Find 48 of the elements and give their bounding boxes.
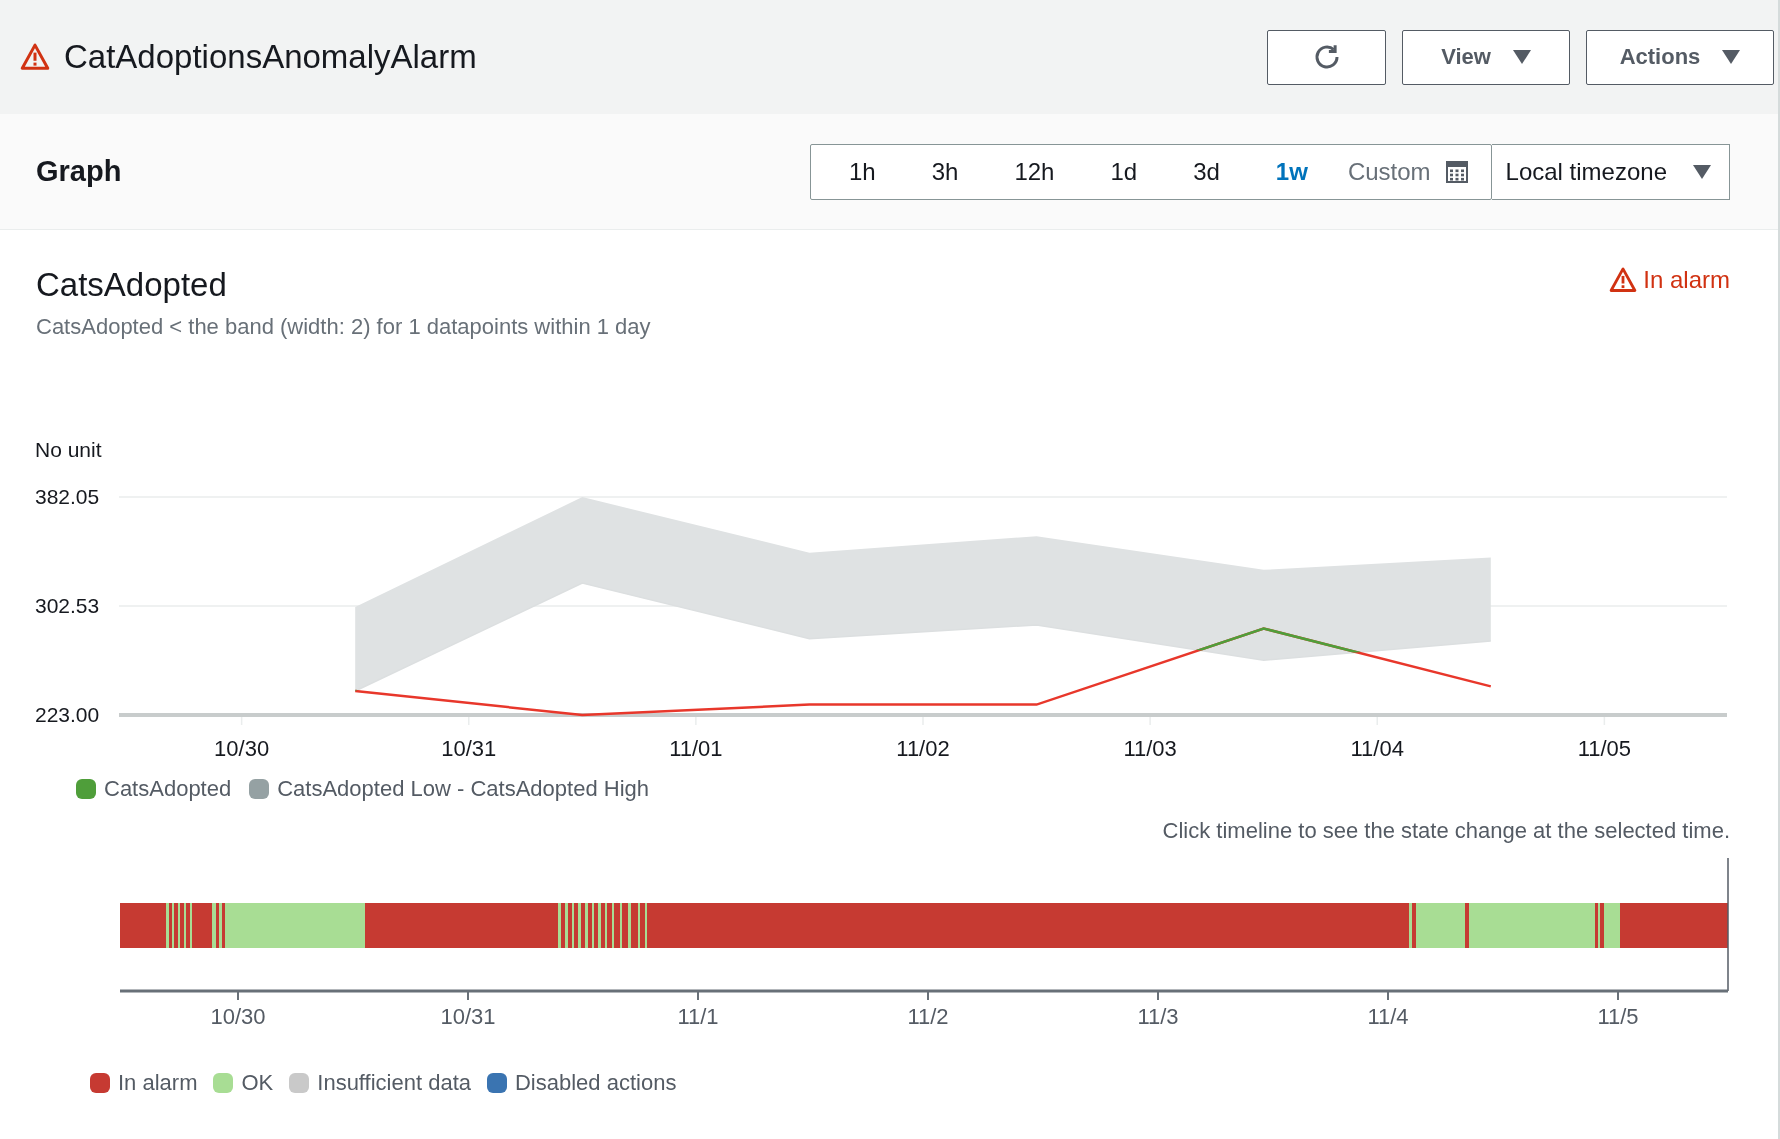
state-timeline-bar[interactable] xyxy=(120,903,1728,948)
time-range-tab[interactable]: 1h xyxy=(821,144,904,199)
dropdown-button[interactable]: Actions xyxy=(1586,29,1774,85)
time-range-tab[interactable]: 3h xyxy=(903,144,987,199)
x-axis-label: 11/03 xyxy=(1123,736,1177,761)
timeline-axis-label: 10/30 xyxy=(210,1004,266,1029)
refresh-button[interactable] xyxy=(1267,29,1386,85)
calendar-icon xyxy=(1444,159,1469,184)
x-axis-label: 11/02 xyxy=(896,736,950,761)
timezone-dropdown[interactable]: Local timezone xyxy=(1491,143,1730,200)
dropdown-button[interactable]: View xyxy=(1402,29,1570,85)
alarm-title: CatAdoptionsAnomalyAlarm xyxy=(64,38,478,76)
warning-icon xyxy=(20,42,50,72)
y-axis-label: 223.00 xyxy=(35,703,100,726)
timeline-hint: Click timeline to see the state change at the selected time. xyxy=(1162,818,1730,844)
timeline-axis-label: 11/2 xyxy=(907,1004,949,1029)
time-range-tab[interactable]: Custom xyxy=(1335,144,1481,199)
timeline-axis-label: 10/31 xyxy=(440,1004,496,1029)
x-axis-label: 10/31 xyxy=(441,736,497,761)
warning-icon xyxy=(1609,266,1638,294)
legend-label: CatsAdopted Low - CatsAdopted High xyxy=(277,776,649,802)
y-axis-label: 302.53 xyxy=(35,594,100,617)
time-range-tab[interactable]: 1w xyxy=(1247,144,1336,199)
unit-label: No unit xyxy=(35,438,102,461)
time-range-tab[interactable]: 12h xyxy=(986,144,1083,199)
x-axis-label: 11/05 xyxy=(1577,736,1632,761)
caret-icon xyxy=(1512,50,1531,64)
x-axis-label: 11/04 xyxy=(1350,736,1404,761)
time-range-tab[interactable]: 1d xyxy=(1082,144,1166,199)
legend-label: In alarm xyxy=(118,1070,198,1096)
status-label: In alarm xyxy=(1643,266,1730,294)
time-range-tab[interactable]: 3d xyxy=(1165,144,1248,199)
legend-label: Disabled actions xyxy=(515,1070,677,1096)
legend-label: Insufficient data xyxy=(317,1070,471,1096)
timeline-axis-label: 11/5 xyxy=(1597,1004,1639,1029)
timeline-axis-label: 11/4 xyxy=(1367,1004,1409,1029)
caret-icon xyxy=(1693,164,1711,179)
y-axis-label: 382.05 xyxy=(35,485,100,508)
legend-label: OK xyxy=(241,1070,274,1096)
section-title: Graph xyxy=(36,155,123,188)
x-axis-label: 11/01 xyxy=(669,736,723,761)
timeline-axis-label: 11/1 xyxy=(677,1004,719,1029)
metric-title: CatsAdopted xyxy=(36,266,228,304)
timeline-axis-label: 11/3 xyxy=(1137,1004,1179,1029)
alarm-condition: CatsAdopted < the band (width: 2) for 1 datapoints within 1 day xyxy=(36,314,651,340)
legend-label: CatsAdopted xyxy=(104,776,232,802)
caret-icon xyxy=(1722,50,1741,64)
x-axis-label: 10/30 xyxy=(214,736,270,761)
